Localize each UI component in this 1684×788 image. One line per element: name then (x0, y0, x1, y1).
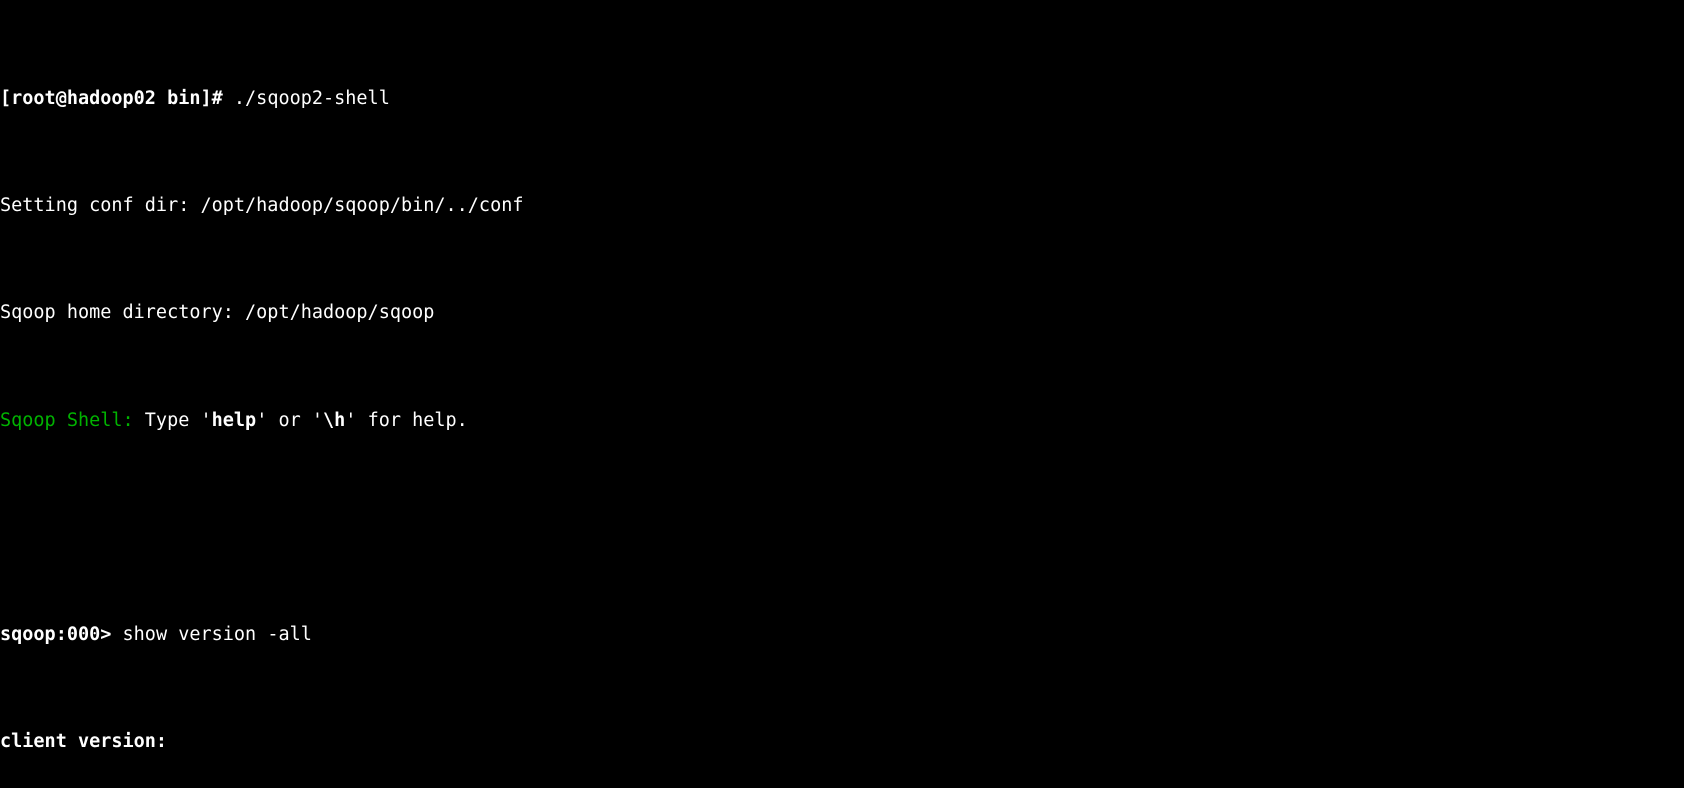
terminal-line-shell-command: [root@hadoop02 bin]# ./sqoop2-shell (0, 88, 1684, 109)
shell-prompt: [root@hadoop02 bin]# (0, 87, 223, 109)
terminal-line-conf-dir: Setting conf dir: /opt/hadoop/sqoop/bin/… (0, 195, 524, 217)
terminal-line-sqoop-banner: Sqoop Shell: Type 'help' or '\h' for hel… (0, 410, 1684, 431)
terminal-line-client-version-label: client version: (0, 731, 168, 753)
banner-help-shortcut: \h (323, 409, 346, 431)
terminal-line-cmd-show-version: sqoop:000> show version -all (0, 624, 1684, 645)
banner-text-2: ' or ' (256, 409, 324, 431)
banner-text-3: ' for help. (345, 409, 468, 431)
banner-text-1: Type ' (133, 409, 212, 431)
cmd-show-version-text: show version -all (111, 624, 312, 646)
sqoop-shell-label: Sqoop Shell: (0, 409, 134, 431)
shell-command-text: ./sqoop2-shell (222, 87, 390, 109)
terminal-screen[interactable]: [root@hadoop02 bin]# ./sqoop2-shell Sett… (0, 0, 1684, 788)
terminal-line-home-dir: Sqoop home directory: /opt/hadoop/sqoop (0, 302, 435, 324)
sqoop-prompt: sqoop:000> (0, 624, 112, 646)
banner-help-keyword: help (211, 409, 257, 431)
